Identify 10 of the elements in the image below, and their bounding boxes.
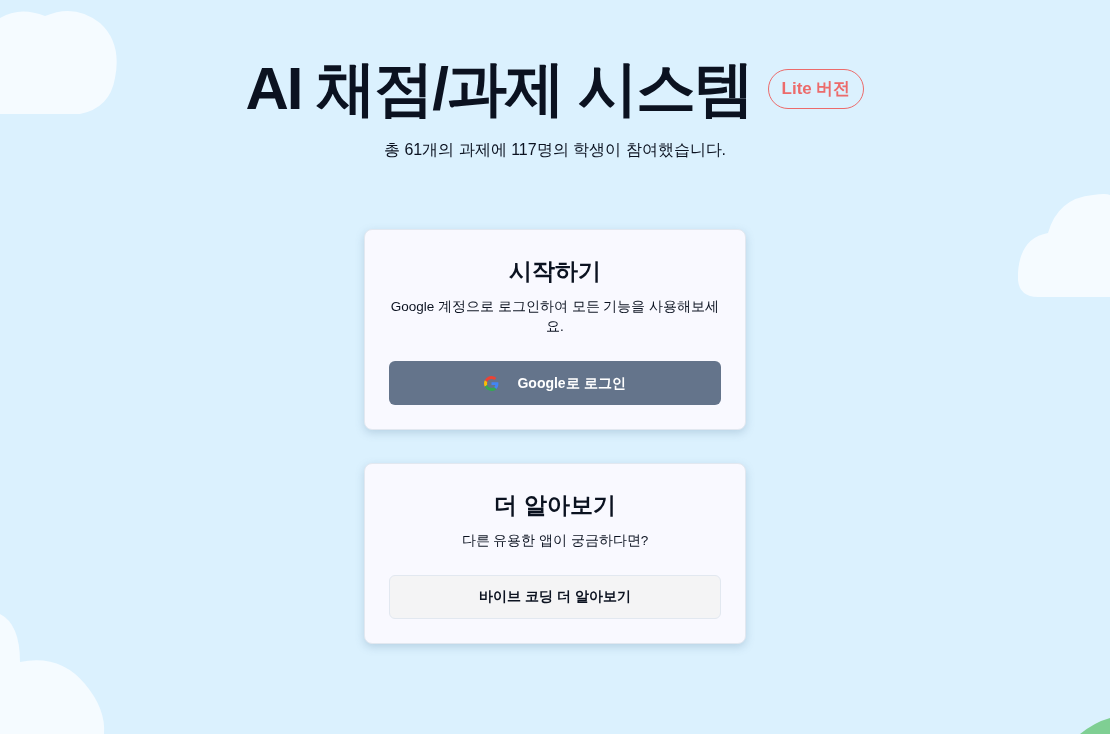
hill-drawing <box>1080 718 1110 734</box>
page-title: AI 채점/과제 시스템 <box>245 56 752 122</box>
card-title: 시작하기 <box>508 257 602 286</box>
stats-text: 총 61개의 과제에 117명의 학생이 참여했습니다. <box>384 140 726 160</box>
google-logo-icon <box>484 375 500 391</box>
card-title: 더 알아보기 <box>493 491 617 520</box>
card-description: 다른 유용한 앱이 궁금하다면? <box>460 531 650 550</box>
card-description: Google 계정으로 로그인하여 모든 기능을 사용해보세요. <box>389 297 721 336</box>
learn-more-button[interactable]: 바이브 코딩 더 알아보기 <box>389 574 721 619</box>
google-login-button[interactable]: Google로 로그인 <box>389 361 721 405</box>
